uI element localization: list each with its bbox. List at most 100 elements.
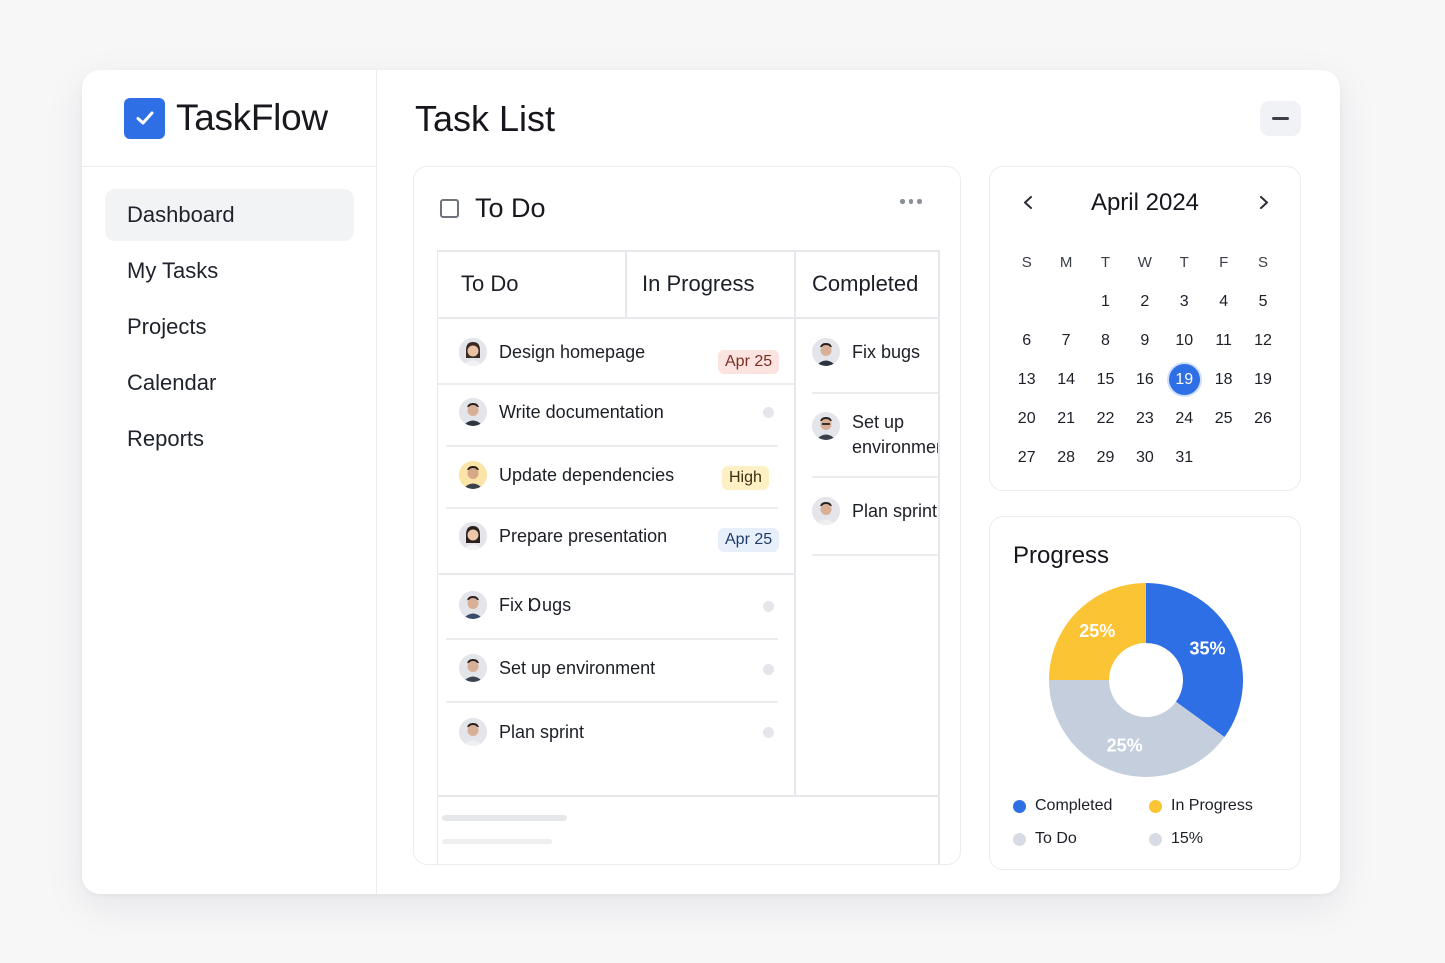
calendar-week-row: 6 7 8 9 10 11 12 [1007,321,1283,360]
calendar-day[interactable]: 25 [1204,410,1243,428]
sidebar-item-label: My Tasks [127,258,219,283]
list-item[interactable]: Update dependencies [459,461,674,489]
select-all-checkbox[interactable] [440,199,459,218]
calendar-day[interactable]: 29 [1086,449,1125,467]
row-divider [438,383,794,385]
avatar [459,522,487,550]
horizontal-scrollbar[interactable] [442,815,567,821]
legend-label: 15% [1171,830,1204,847]
avatar [459,461,487,489]
calendar-grid: S M T W T F S 1 2 3 4 5 6 7 8 9 10 11 12 13 14 15 16 19 1… [1007,243,1283,477]
task-label: Update dependencies [499,464,675,485]
list-item[interactable]: Plan sprint [459,718,584,746]
calendar-day[interactable]: 21 [1046,410,1085,428]
status-dot [763,664,774,675]
calendar-day[interactable]: 8 [1086,332,1125,350]
calendar-day[interactable]: 28 [1046,449,1085,467]
sidebar-item-my-tasks[interactable]: My Tasks [105,245,354,297]
calendar-day[interactable]: 1 [1086,293,1125,311]
list-item[interactable]: Set up environment [812,410,938,460]
calendar-day[interactable]: 13 [1007,371,1046,389]
legend-item-percent: 15% [1149,830,1203,848]
weekday-label: S [1021,254,1032,271]
sidebar-item-label: Dashboard [127,202,235,227]
row-divider [812,392,938,394]
calendar-day[interactable]: 14 [1046,371,1085,389]
column-header-in-progress[interactable]: In Progress [642,250,755,318]
list-item[interactable]: Write documentation [459,398,664,426]
avatar [812,497,840,525]
calendar-day[interactable]: 30 [1125,449,1164,467]
board-footer-divider [438,795,938,797]
calendar-day[interactable]: 2 [1125,293,1164,311]
sidebar-item-label: Calendar [127,370,217,395]
calendar-day[interactable]: 12 [1243,332,1282,350]
collapse-button[interactable] [1260,101,1301,136]
calendar-day-selected[interactable]: 19 [1165,364,1204,395]
pie-slice-label: 25% [1107,736,1143,756]
priority-badge: High [722,466,769,490]
calendar-day[interactable]: 15 [1086,371,1125,389]
weekday-label: M [1059,254,1073,271]
list-item[interactable]: Fix bugs [812,338,920,366]
task-label-line2: environment [852,437,938,457]
calendar-day[interactable]: 20 [1007,410,1046,428]
ellipsis-icon[interactable] [900,199,922,204]
list-item[interactable]: Prepare presentation [459,522,667,550]
chevron-right-icon[interactable] [1257,196,1270,209]
due-date-badge: Apr 25 [718,350,780,374]
sidebar-item-dashboard[interactable]: Dashboard [105,189,354,241]
sidebar-item-reports[interactable]: Reports [105,413,354,465]
calendar-day[interactable]: 24 [1165,410,1204,428]
calendar-weeks: 1 2 3 4 5 6 7 8 9 10 11 12 13 14 15 16 19 18 19 20 21 22 23 24 2… [1007,282,1283,477]
calendar-day[interactable]: 23 [1125,410,1164,428]
calendar-day[interactable]: 16 [1125,371,1164,389]
calendar-day[interactable]: 18 [1204,371,1243,389]
list-item[interactable]: Plan sprint [812,497,937,525]
calendar-day[interactable]: 11 [1204,332,1243,350]
legend-item-completed: Completed [1013,797,1112,815]
avatar [459,718,487,746]
calendar-month: April 2024 [1090,189,1200,216]
calendar-day[interactable]: 10 [1165,332,1204,350]
calendar-day[interactable]: 6 [1007,332,1046,350]
list-item[interactable]: Set up environment [459,654,655,682]
task-label: Set up environment [499,657,656,678]
task-label: Fix Ɒugs [499,594,572,615]
calendar-day[interactable]: 19 [1243,371,1282,389]
calendar-day[interactable]: 9 [1125,332,1164,350]
brand[interactable]: TaskFlow [82,70,376,167]
sidebar-item-projects[interactable]: Projects [105,301,354,353]
list-item[interactable]: Design homepage [459,338,645,366]
weekday-label: S [1258,254,1269,271]
avatar [812,338,840,366]
pie-slice [1146,583,1243,738]
progress-card: Progress 35% 25% 25% Completed In Progress… [989,516,1301,870]
pie-slice-label: 35% [1189,639,1225,659]
calendar-day[interactable]: 3 [1165,293,1204,311]
row-divider [446,507,778,509]
sidebar-nav: Dashboard My Tasks Projects Calendar Rep… [82,167,376,465]
row-divider [446,638,778,640]
weekday-label: T [1100,254,1111,271]
calendar-day[interactable]: 4 [1204,293,1243,311]
main-area: Task List To Do To Do In Progress Comple… [379,70,1340,894]
sidebar-item-calendar[interactable]: Calendar [105,357,354,409]
status-dot [763,727,774,738]
task-label: Fix bugs [852,341,921,362]
calendar-day[interactable]: 22 [1086,410,1125,428]
list-item[interactable]: Fix Ɒugs [459,591,571,619]
task-label-line1: Set up [852,412,905,432]
progress-pie-chart: 35% 25% 25% [1049,583,1243,777]
legend-dot [1149,832,1162,846]
calendar-day[interactable]: 26 [1243,410,1282,428]
calendar-day[interactable]: 27 [1007,449,1046,467]
column-header-completed[interactable]: Completed [812,250,918,318]
avatar [812,412,840,440]
column-header-todo[interactable]: To Do [461,250,518,318]
calendar-day[interactable]: 31 [1165,449,1204,467]
due-date-badge: Apr 25 [718,528,780,552]
calendar-day[interactable]: 5 [1243,293,1282,311]
calendar-day[interactable]: 7 [1046,332,1085,350]
legend-label: In Progress [1171,797,1253,814]
